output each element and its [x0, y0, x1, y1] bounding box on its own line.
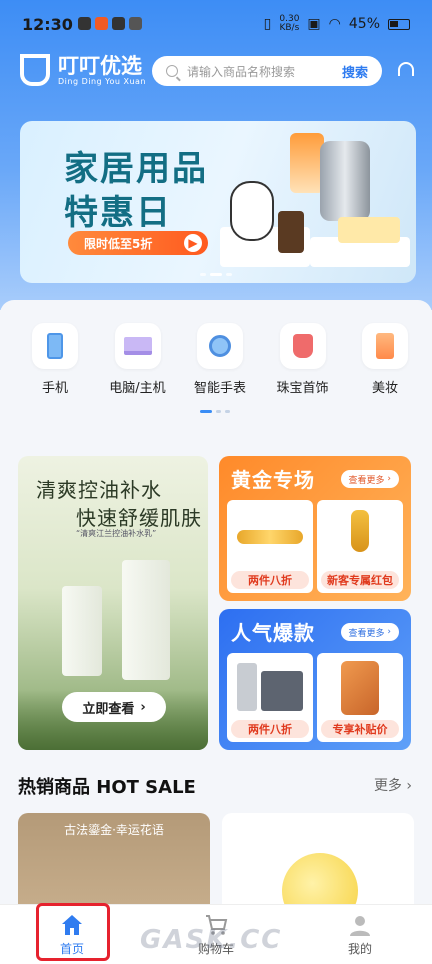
kettle-image [320, 141, 370, 221]
skincare-bottle-image [62, 586, 102, 676]
hot-sale-more-link[interactable]: 更多 › [374, 775, 412, 795]
hot-sale-title: 热销商品 HOT SALE [18, 777, 196, 798]
product-image-text: 古法鎏金·幸运花语 [64, 823, 164, 837]
search-input[interactable]: 请输入商品名称搜索 [187, 63, 295, 80]
status-bar: 12:30 ▯ 0.30 KB/s ▣ ◠ 45% [0, 0, 432, 48]
banner-pagination [200, 273, 232, 276]
gold-bracelet-card[interactable]: 两件八折 [227, 500, 313, 593]
promo-title-1: 清爽控油补水 [36, 478, 162, 502]
hot-title: 人气爆款 [231, 621, 315, 645]
battery-percent: 45% [348, 16, 380, 32]
sim-icon: ▣ [307, 16, 321, 32]
gold-more-button[interactable]: 查看更多 › [340, 470, 399, 488]
category-jewelry[interactable]: 珠宝首饰 [268, 323, 338, 396]
tab-profile[interactable]: 我的 [288, 905, 432, 964]
cosmetics-icon [376, 333, 394, 359]
detergent-image [290, 133, 324, 193]
search-button[interactable]: 搜索 [342, 62, 368, 81]
promo-banner[interactable]: 家居用品 特惠日 限时低至5折 ▶ [20, 121, 416, 283]
smartphone-image [341, 661, 379, 715]
chevron-right-icon: › [140, 699, 146, 715]
category-row: 手机 电脑/主机 智能手表 珠宝首饰 美妆 [20, 323, 420, 396]
hot-more-button[interactable]: 查看更多 › [340, 623, 399, 641]
status-time: 12:30 [22, 15, 73, 34]
category-phone[interactable]: 手机 [20, 323, 90, 396]
pendant-image [351, 510, 369, 552]
humidifier-image [230, 181, 274, 241]
category-computer[interactable]: 电脑/主机 [103, 323, 173, 396]
appliance-card[interactable]: 两件八折 [227, 653, 313, 742]
search-bar[interactable]: 请输入商品名称搜索 搜索 [152, 56, 382, 86]
notification-app-icon [129, 17, 142, 30]
notification-app-icon [95, 17, 108, 30]
vibrate-icon: ▯ [263, 16, 272, 32]
headset-icon[interactable] [398, 62, 414, 76]
view-now-button[interactable]: 立即查看 › [62, 692, 166, 722]
promo-title-2: 快速舒缓肌肤 [76, 506, 202, 530]
phone-deal-card[interactable]: 专享补贴价 [317, 653, 403, 742]
notification-icons [78, 17, 142, 30]
arrow-right-icon: ▶ [184, 234, 202, 252]
banner-title-2: 特惠日 [64, 193, 172, 233]
tissue-box-image [338, 217, 400, 243]
search-icon [166, 65, 178, 77]
home-tab-highlight [36, 903, 110, 961]
banner-pill-button[interactable]: 限时低至5折 ▶ [68, 231, 208, 255]
phone-icon [47, 333, 63, 359]
notification-app-icon [78, 17, 91, 30]
logo-title: 叮叮优选 [58, 53, 142, 78]
laptop-icon [123, 337, 152, 355]
logo-subtitle: Ding Ding You Xuan [58, 76, 147, 86]
skincare-promo-card[interactable]: 清爽控油补水 快速舒缓肌肤 “清爽江兰控油补水乳” 立即查看 › [18, 456, 208, 750]
app-logo: 叮叮优选 Ding Ding You Xuan [20, 54, 146, 86]
logo-icon [20, 54, 50, 86]
gold-title: 黄金专场 [231, 468, 315, 492]
banner-title-1: 家居用品 [64, 149, 208, 189]
bracelet-image [237, 530, 303, 544]
category-smartwatch[interactable]: 智能手表 [185, 323, 255, 396]
gold-pendant-card[interactable]: 新客专属红包 [317, 500, 403, 593]
category-pagination [200, 410, 230, 413]
battery-icon [388, 18, 410, 30]
hot-items-section[interactable]: 人气爆款 查看更多 › 两件八折 专享补贴价 [219, 609, 411, 750]
diffuser-image [278, 211, 304, 253]
notification-app-icon [112, 17, 125, 30]
skincare-bottle-image [122, 560, 170, 680]
promo-subtitle: “清爽江兰控油补水乳” [76, 529, 157, 538]
network-speed: 0.30 KB/s [279, 14, 300, 33]
watch-icon [209, 335, 231, 357]
watermark: GASK.CC [140, 925, 283, 955]
gold-section[interactable]: 黄金专场 查看更多 › 两件八折 新客专属红包 [219, 456, 411, 601]
appliance-image [237, 663, 257, 711]
jewelry-icon [292, 334, 313, 358]
wifi-icon: ◠ [328, 16, 341, 32]
category-cosmetics[interactable]: 美妆 [350, 323, 420, 396]
user-icon [350, 915, 370, 936]
